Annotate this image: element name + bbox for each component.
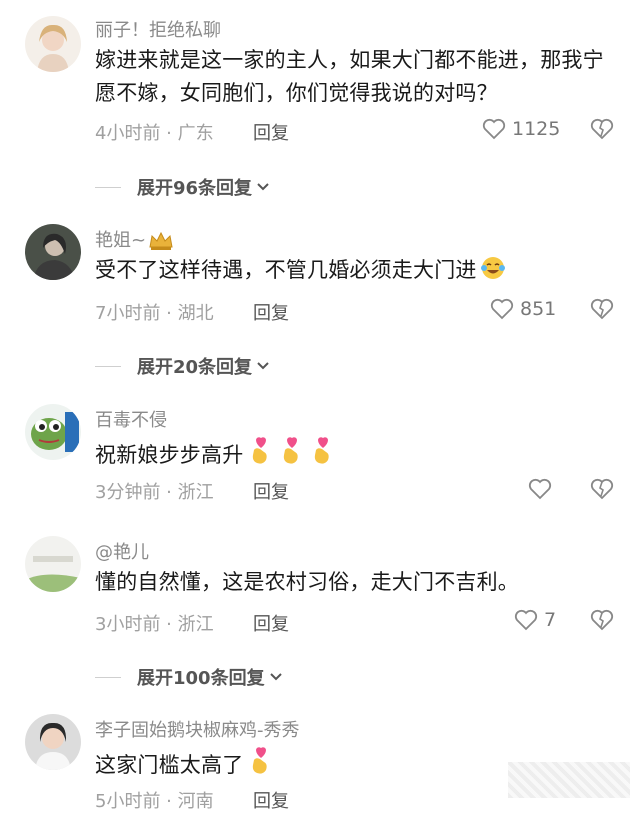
like-count: 7	[544, 609, 557, 631]
like-button[interactable]: 7	[514, 609, 556, 631]
crown-icon	[149, 231, 173, 250]
like-button[interactable]: 1125	[482, 118, 560, 140]
heart-outline-icon	[528, 478, 552, 500]
divider	[95, 365, 121, 367]
comment-username[interactable]: @艳儿	[95, 538, 149, 564]
like-button[interactable]: 851	[490, 298, 556, 320]
avatar[interactable]	[25, 404, 81, 460]
avatar[interactable]	[25, 16, 81, 72]
heart-fingers-icon	[253, 747, 268, 774]
comment-text: 懂的自然懂，这是农村习俗，走大门不吉利。	[95, 570, 519, 594]
broken-heart-icon	[590, 478, 614, 500]
expand-replies-label: 展开20条回复	[137, 357, 253, 378]
heart-fingers-icon	[284, 437, 299, 464]
comment-text: 嫁进来就是这一家的主人，如果大门都不能进，那我宁愿不嫁，女同胞们，你们觉得我说的…	[95, 48, 604, 105]
expand-replies-button[interactable]: 展开20条回复	[95, 353, 270, 379]
dislike-button[interactable]	[590, 298, 614, 324]
expand-replies-button[interactable]: 展开96条回复	[95, 174, 270, 200]
reply-button[interactable]: 回复	[253, 610, 289, 636]
comment-username[interactable]: 百毒不侵	[95, 406, 167, 432]
expand-replies-label: 展开96条回复	[137, 178, 253, 199]
comment-text: 祝新娘步步高升	[95, 434, 615, 472]
comment-meta: 3小时前 · 浙江	[95, 614, 214, 635]
avatar[interactable]	[25, 224, 81, 280]
comment-meta: 5小时前 · 河南	[95, 791, 214, 812]
dislike-button[interactable]	[590, 609, 614, 635]
comment-meta: 4小时前 · 广东	[95, 123, 214, 144]
comment-text-content: 这家门槛太高了	[95, 753, 244, 777]
expand-replies-button[interactable]: 展开100条回复	[95, 664, 283, 690]
like-count: 851	[520, 298, 557, 320]
avatar[interactable]	[25, 714, 81, 770]
comment-meta: 7小时前 · 湖北	[95, 303, 214, 324]
like-count: 1125	[512, 118, 561, 140]
heart-fingers-icon	[315, 437, 330, 464]
broken-heart-icon	[590, 609, 614, 631]
reply-button[interactable]: 回复	[253, 299, 289, 325]
comment-username[interactable]: 艳姐~	[95, 226, 174, 252]
comment-username[interactable]: 李子固始鹅块椒麻鸡-秀秀	[95, 716, 300, 742]
dislike-button[interactable]	[590, 478, 614, 504]
chevron-down-icon	[269, 673, 282, 681]
avatar[interactable]	[25, 536, 81, 592]
comment-text-content: 祝新娘步步高升	[95, 443, 244, 467]
heart-outline-icon	[490, 298, 514, 320]
watermark	[508, 762, 630, 798]
comment-text: 受不了这样待遇，不管几婚必须走大门进	[95, 254, 615, 287]
heart-outline-icon	[482, 118, 506, 140]
comment-username[interactable]: 丽子！拒绝私聊	[95, 16, 221, 42]
comment-meta: 3分钟前 · 浙江	[95, 482, 214, 503]
chevron-down-icon	[257, 362, 269, 370]
dislike-button[interactable]	[590, 118, 614, 144]
divider	[95, 676, 121, 678]
laughing-tears-icon	[480, 257, 505, 279]
heart-outline-icon	[514, 609, 538, 631]
reply-button[interactable]: 回复	[253, 119, 289, 145]
broken-heart-icon	[590, 298, 614, 320]
expand-replies-label: 展开100条回复	[137, 668, 265, 689]
reply-button[interactable]: 回复	[253, 478, 289, 504]
like-button[interactable]	[528, 478, 558, 500]
heart-fingers-icon	[253, 437, 268, 464]
reply-button[interactable]: 回复	[253, 787, 289, 813]
comment-text-content: 受不了这样待遇，不管几婚必须走大门进	[95, 258, 477, 282]
username-text: 艳姐~	[95, 230, 147, 251]
chevron-down-icon	[257, 183, 269, 191]
broken-heart-icon	[590, 118, 614, 140]
divider	[95, 186, 121, 188]
